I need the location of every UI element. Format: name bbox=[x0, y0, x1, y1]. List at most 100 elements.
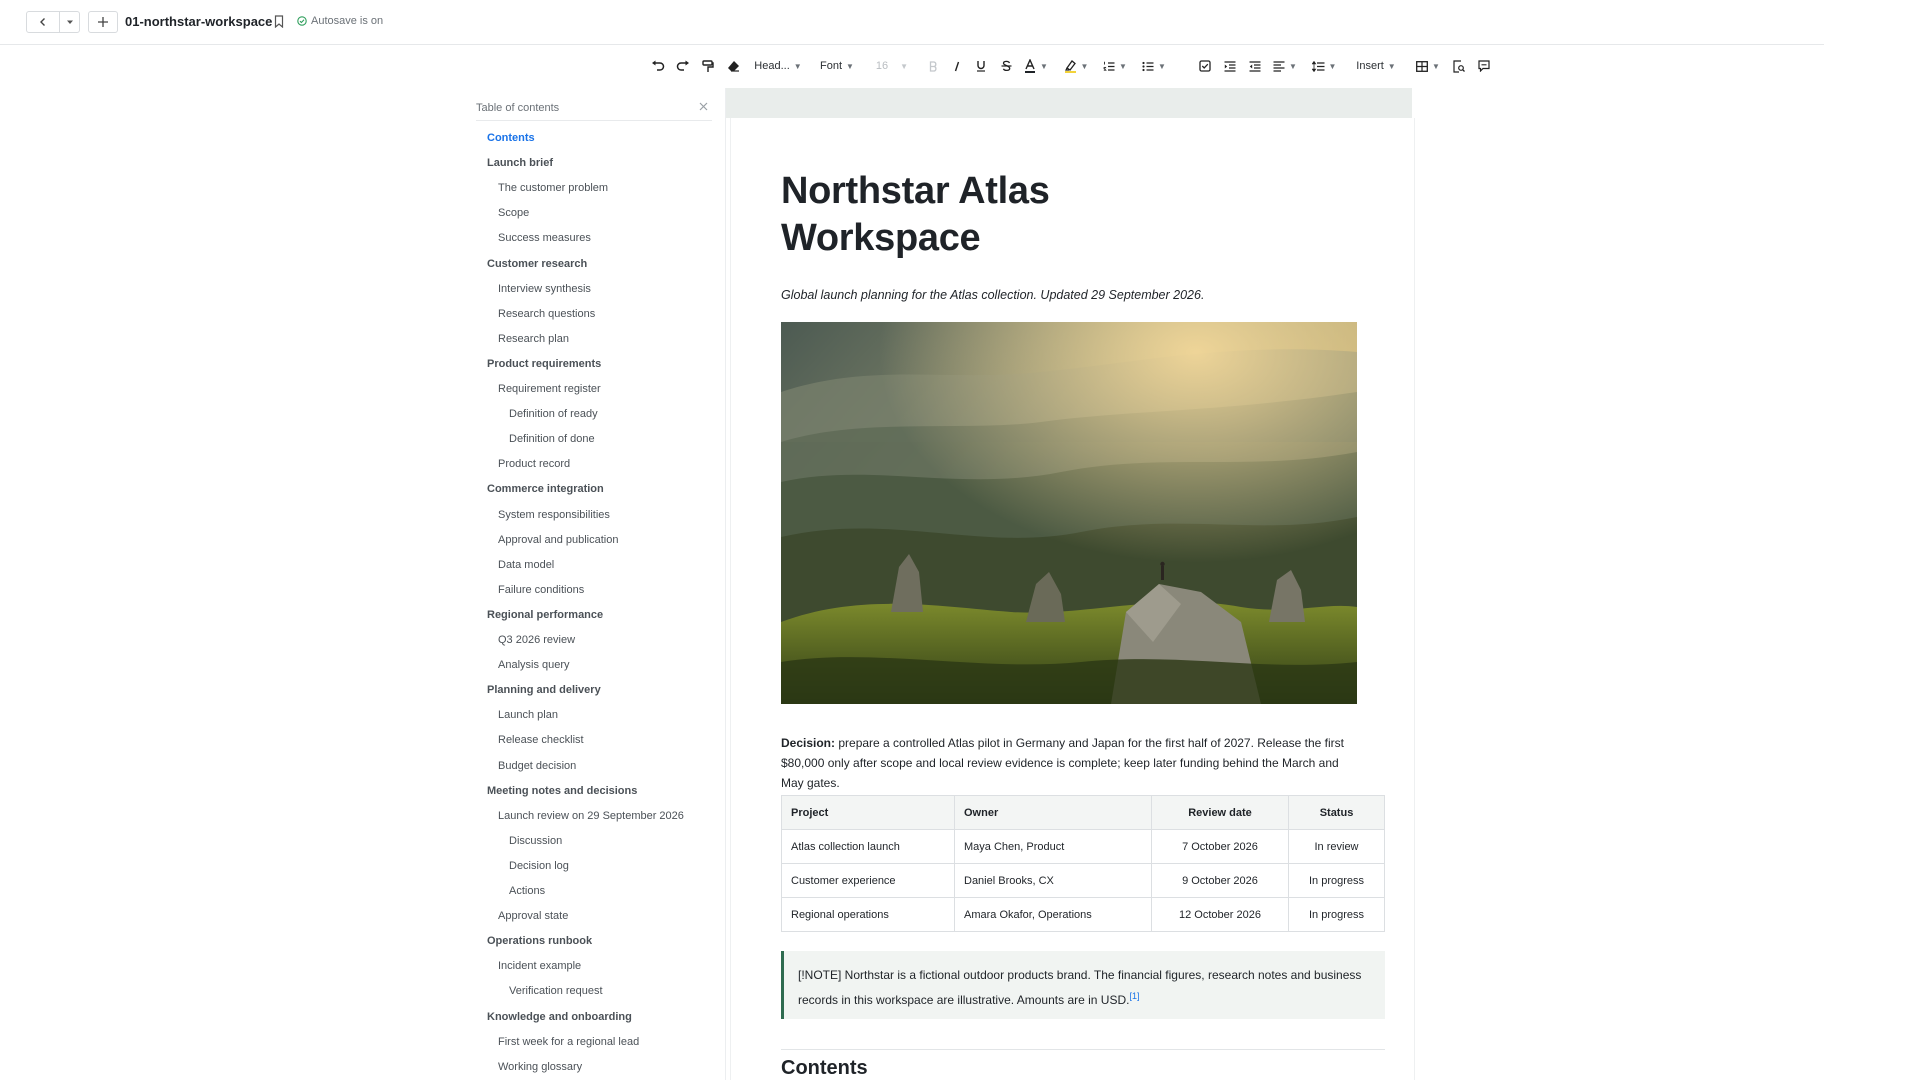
toc-item[interactable]: Interview synthesis bbox=[498, 283, 591, 295]
toc-item[interactable]: Actions bbox=[509, 885, 545, 897]
clear-formatting-button[interactable] bbox=[724, 54, 742, 78]
cell-owner[interactable]: Amara Okafor, Operations bbox=[954, 897, 1152, 932]
toc-item[interactable]: Verification request bbox=[509, 985, 603, 997]
document-title[interactable]: Northstar Atlas Workspace bbox=[781, 168, 1201, 262]
toc-item[interactable]: Failure conditions bbox=[498, 584, 584, 596]
table-button[interactable]: ▼ bbox=[1414, 54, 1442, 78]
toc-item[interactable]: Regional performance bbox=[487, 609, 603, 621]
document-page[interactable]: Northstar Atlas Workspace Global launch … bbox=[730, 118, 1415, 1080]
format-painter-button[interactable] bbox=[699, 54, 717, 78]
toc-item[interactable]: Operations runbook bbox=[487, 935, 592, 947]
toc-item[interactable]: Scope bbox=[498, 207, 529, 219]
cell-owner[interactable]: Maya Chen, Product bbox=[954, 829, 1152, 864]
cell-project[interactable]: Atlas collection launch bbox=[781, 829, 955, 864]
underline-button[interactable] bbox=[974, 54, 988, 78]
toc-item[interactable]: System responsibilities bbox=[498, 509, 610, 521]
toc-item[interactable]: Success measures bbox=[498, 232, 591, 244]
toc-item[interactable]: Meeting notes and decisions bbox=[487, 785, 637, 797]
toc-item[interactable]: Analysis query bbox=[498, 659, 570, 671]
strikethrough-button[interactable] bbox=[999, 54, 1013, 78]
strikethrough-icon bbox=[1001, 60, 1011, 72]
toc-item[interactable]: Launch brief bbox=[487, 157, 553, 169]
toc-item[interactable]: Data model bbox=[498, 559, 554, 571]
redo-button[interactable] bbox=[674, 54, 692, 78]
toc-item[interactable]: Product requirements bbox=[487, 358, 601, 370]
numbered-list-button[interactable]: ▼ bbox=[1101, 54, 1129, 78]
toc-item[interactable]: Commerce integration bbox=[487, 483, 604, 495]
cell-owner[interactable]: Daniel Brooks, CX bbox=[954, 863, 1152, 898]
cell-project[interactable]: Regional operations bbox=[781, 897, 955, 932]
hero-landscape-image[interactable] bbox=[781, 322, 1357, 704]
toc-item[interactable]: Customer research bbox=[487, 258, 587, 270]
toc-item[interactable]: Product record bbox=[498, 458, 570, 470]
cell-review-date[interactable]: 12 October 2026 bbox=[1151, 897, 1289, 932]
comment-button[interactable] bbox=[1477, 54, 1491, 78]
toc-item[interactable]: Planning and delivery bbox=[487, 684, 601, 696]
toc-item[interactable]: Contents bbox=[487, 132, 535, 144]
underline-icon bbox=[977, 61, 985, 72]
toc-item[interactable]: Definition of ready bbox=[509, 408, 598, 420]
toc-item[interactable]: Q3 2026 review bbox=[498, 634, 575, 646]
toc-item[interactable]: Knowledge and onboarding bbox=[487, 1011, 632, 1023]
column-header-review-date[interactable]: Review date bbox=[1151, 795, 1289, 830]
numbered-list-icon bbox=[1103, 61, 1115, 71]
cell-status[interactable]: In progress bbox=[1288, 863, 1385, 898]
undo-button[interactable] bbox=[649, 54, 667, 78]
line-spacing-button[interactable]: ▼ bbox=[1310, 54, 1338, 78]
cell-status[interactable]: In progress bbox=[1288, 897, 1385, 932]
toc-item[interactable]: Approval state bbox=[498, 910, 568, 922]
cell-status[interactable]: In review bbox=[1288, 829, 1385, 864]
toc-item[interactable]: Research questions bbox=[498, 308, 595, 320]
bullet-list-button[interactable]: ▼ bbox=[1140, 54, 1168, 78]
decision-label: Decision: bbox=[781, 736, 836, 750]
indent-button[interactable] bbox=[1223, 54, 1237, 78]
back-button[interactable] bbox=[27, 12, 60, 32]
outdent-button[interactable] bbox=[1248, 54, 1262, 78]
new-document-button[interactable] bbox=[88, 11, 118, 33]
find-document-icon bbox=[1453, 59, 1465, 73]
contents-heading[interactable]: Contents bbox=[781, 1057, 868, 1080]
toc-item[interactable]: The customer problem bbox=[498, 182, 608, 194]
toc-item[interactable]: Discussion bbox=[509, 835, 562, 847]
history-dropdown-button[interactable] bbox=[60, 12, 79, 32]
toc-item[interactable]: Launch review on 29 September 2026 bbox=[498, 810, 684, 822]
text-color-button[interactable]: ▼ bbox=[1022, 54, 1050, 78]
align-button[interactable]: ▼ bbox=[1271, 54, 1299, 78]
toc-item[interactable]: Definition of done bbox=[509, 433, 595, 445]
font-select[interactable]: Font ▼ bbox=[815, 54, 859, 78]
decision-paragraph[interactable]: Decision: prepare a controlled Atlas pil… bbox=[781, 733, 1351, 793]
toc-item[interactable]: Approval and publication bbox=[498, 534, 618, 546]
toc-item[interactable]: Research plan bbox=[498, 333, 569, 345]
footnote-link[interactable]: [1] bbox=[1129, 991, 1139, 1001]
cell-review-date[interactable]: 7 October 2026 bbox=[1151, 829, 1289, 864]
table-row: Customer experience Daniel Brooks, CX 9 … bbox=[781, 863, 1385, 898]
toc-close-button[interactable] bbox=[699, 100, 708, 114]
toc-item[interactable]: Requirement register bbox=[498, 383, 601, 395]
toc-item[interactable]: Incident example bbox=[498, 960, 581, 972]
toc-item[interactable]: Budget decision bbox=[498, 760, 576, 772]
toc-item[interactable]: Working glossary bbox=[498, 1061, 582, 1073]
note-callout[interactable]: [!NOTE] Northstar is a fictional outdoor… bbox=[781, 951, 1385, 1019]
column-header-owner[interactable]: Owner bbox=[954, 795, 1152, 830]
cell-project[interactable]: Customer experience bbox=[781, 863, 955, 898]
heading-select[interactable]: Head... ▼ bbox=[753, 54, 803, 78]
highlight-button[interactable]: ▼ bbox=[1062, 54, 1090, 78]
italic-button[interactable] bbox=[950, 54, 964, 78]
font-size-select[interactable]: 16 ▼ bbox=[872, 54, 912, 78]
bookmark-button[interactable] bbox=[274, 15, 284, 33]
cell-review-date[interactable]: 9 October 2026 bbox=[1151, 863, 1289, 898]
toc-item[interactable]: First week for a regional lead bbox=[498, 1036, 639, 1048]
column-header-project[interactable]: Project bbox=[781, 795, 955, 830]
find-replace-button[interactable] bbox=[1452, 54, 1466, 78]
insert-menu[interactable]: Insert ▼ bbox=[1354, 54, 1398, 78]
column-header-status[interactable]: Status bbox=[1288, 795, 1385, 830]
document-name[interactable]: 01-northstar-workspace bbox=[125, 14, 272, 29]
toc-item[interactable]: Launch plan bbox=[498, 709, 558, 721]
toc-item[interactable]: Decision log bbox=[509, 860, 569, 872]
plus-icon bbox=[98, 17, 108, 27]
toc-item[interactable]: Release checklist bbox=[498, 734, 584, 746]
projects-table[interactable]: Project Owner Review date Status Atlas c… bbox=[781, 795, 1385, 932]
bold-button[interactable] bbox=[926, 54, 940, 78]
checklist-button[interactable] bbox=[1198, 54, 1212, 78]
document-subtitle[interactable]: Global launch planning for the Atlas col… bbox=[781, 288, 1204, 302]
